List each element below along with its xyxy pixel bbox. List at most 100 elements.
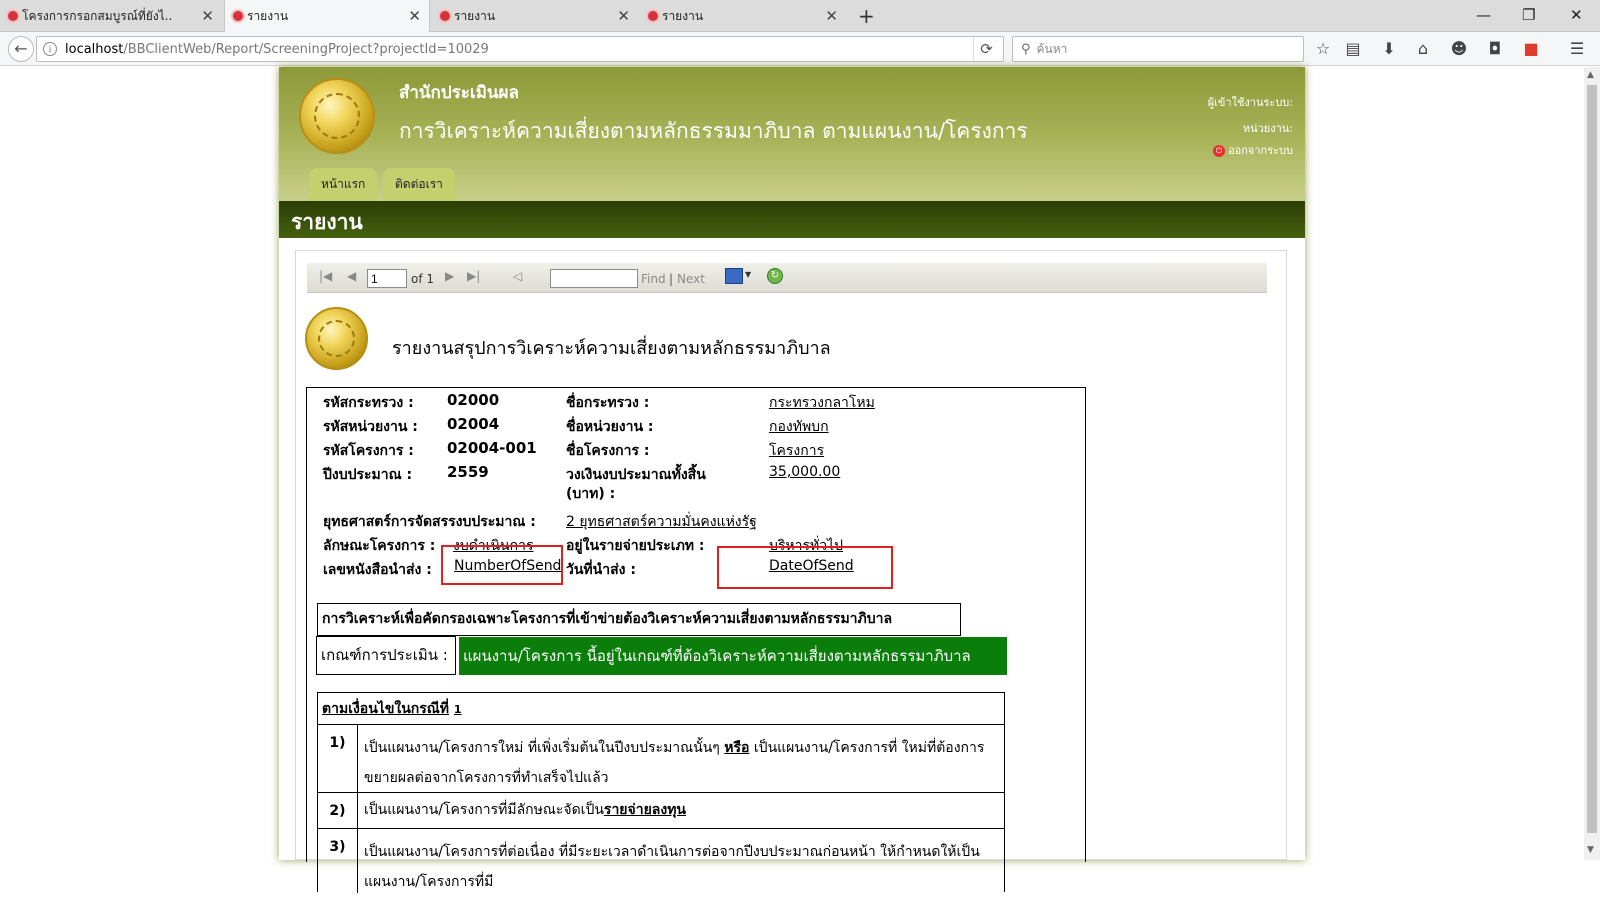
doc-number-label: เลขหนังสือนำส่ง : xyxy=(323,562,432,578)
back-to-parent-icon[interactable]: ◁ xyxy=(513,269,522,283)
user-label: ผู้เข้าใช้งานระบบ: xyxy=(1207,96,1293,109)
unit-name-label: ชื่อหน่วยงาน : xyxy=(566,419,654,435)
tab-label: รายงาน xyxy=(247,8,289,23)
conditions-header: ตามเงื่อนไขในกรณีที่ 1 xyxy=(318,693,1004,725)
export-save-icon[interactable] xyxy=(725,268,743,284)
pocket-icon[interactable]: ◘ xyxy=(1484,38,1506,60)
close-tab-icon[interactable]: ✕ xyxy=(201,7,214,25)
bookmark-star-icon[interactable]: ☆ xyxy=(1312,38,1334,60)
menu-home[interactable]: หน้าแรก xyxy=(309,168,378,201)
condition-num: 3) xyxy=(318,829,358,893)
restore-icon[interactable]: ❐ xyxy=(1522,6,1535,24)
prev-page-icon[interactable]: ◀ xyxy=(347,269,356,283)
close-tab-icon[interactable]: ✕ xyxy=(617,7,630,25)
condition-row: 1) เป็นแผนงาน/โครงการใหม่ ที่เพิ่งเริ่มต… xyxy=(318,725,1004,793)
strategy-value: 2 ยุทธศาสตร์ความมั่นคงแห่งรัฐ xyxy=(566,514,757,530)
condition-number: 1 xyxy=(453,703,462,716)
fiscal-year: 2559 xyxy=(447,463,489,481)
unit-name: กองทัพบก xyxy=(769,419,829,435)
condition-row: 2) เป็นแผนงาน/โครงการที่มีลักษณะจัดเป็นร… xyxy=(318,793,1004,829)
menu-icon[interactable]: ☰ xyxy=(1566,38,1588,60)
favicon-icon xyxy=(6,9,20,23)
tab-bar: โครงการกรอกสมบูรณ์ที่ยังไ... ✕ รายงาน ✕ … xyxy=(0,0,1600,32)
next-page-icon[interactable]: ▶ xyxy=(445,269,454,283)
unit-code-label: รหัสหน่วยงาน : xyxy=(323,419,418,435)
favicon-icon xyxy=(438,9,452,23)
browser-tab-2[interactable]: รายงาน ✕ xyxy=(224,0,430,32)
report-viewer: |◀ ◀ of 1 ▶ ▶| ◁ Find | Next ▼ ↻ รายงานส… xyxy=(295,250,1287,893)
page-scrollbar[interactable]: ▲ ▼ xyxy=(1584,67,1600,860)
info-icon[interactable]: i xyxy=(43,42,57,56)
url-path: /BBClientWeb/Report/ScreeningProject?pro… xyxy=(123,41,489,57)
report-emblem-logo xyxy=(305,307,368,370)
menu-contact[interactable]: ติดต่อเรา xyxy=(383,168,455,201)
find-separator: | xyxy=(669,272,674,286)
logout-label: ออกจากระบบ xyxy=(1228,144,1293,157)
tab-label: รายงาน xyxy=(662,8,704,23)
close-tab-icon[interactable]: ✕ xyxy=(408,7,421,25)
emblem-logo xyxy=(299,78,375,154)
page-count: of 1 xyxy=(411,272,435,286)
refresh-icon[interactable]: ↻ xyxy=(767,268,783,284)
browser-tab-4[interactable]: รายงาน ✕ xyxy=(640,0,846,32)
report-title: รายงานสรุปการวิเคราะห์ความเสี่ยงตามหลักธ… xyxy=(392,338,831,359)
reading-list-icon[interactable]: ▤ xyxy=(1342,38,1364,60)
tab-label: รายงาน xyxy=(454,8,496,23)
browser-tab-1[interactable]: โครงการกรอกสมบูรณ์ที่ยังไ... ✕ xyxy=(0,0,222,32)
ministry-code: 02000 xyxy=(447,391,500,409)
project-code-label: รหัสโครงการ : xyxy=(323,443,414,459)
project-name-label: ชื่อโครงการ : xyxy=(566,443,650,459)
scroll-up-icon[interactable]: ▲ xyxy=(1587,70,1594,80)
site-title: การวิเคราะห์ความเสี่ยงตามหลักธรรมมาภิบาล… xyxy=(399,119,1028,143)
find-link[interactable]: Find xyxy=(641,272,666,286)
extension-icon[interactable]: ■ xyxy=(1520,38,1542,60)
scrollbar-thumb[interactable] xyxy=(1587,85,1597,833)
report-toolbar: |◀ ◀ of 1 ▶ ▶| ◁ Find | Next ▼ ↻ xyxy=(307,263,1267,293)
org-name: สำนักประเมินผล xyxy=(399,83,519,103)
download-icon[interactable]: ⬇ xyxy=(1378,38,1400,60)
address-bar[interactable]: i localhost/BBClientWeb/Report/Screening… xyxy=(36,36,1004,62)
close-tab-icon[interactable]: ✕ xyxy=(825,7,838,25)
chat-icon[interactable]: ☻ xyxy=(1448,38,1470,60)
highlight-box-send-date xyxy=(717,546,893,589)
ministry-name: กระทรวงกลาโหม xyxy=(769,395,875,411)
back-arrow-icon[interactable]: ← xyxy=(8,36,34,62)
expense-category-label: อยู่ในรายจ่ายประเภท : xyxy=(566,538,705,554)
search-icon: ⚲ xyxy=(1021,41,1031,57)
home-icon[interactable]: ⌂ xyxy=(1412,38,1434,60)
page-number-input[interactable] xyxy=(367,269,407,288)
unit-label: หน่วยงาน: xyxy=(1242,122,1293,135)
logout-link[interactable]: ⏻ ออกจากระบบ xyxy=(1213,141,1293,159)
browser-tab-3[interactable]: รายงาน ✕ xyxy=(432,0,638,32)
condition-text: เป็นแผนงาน/โครงการใหม่ ที่เพิ่งเริ่มต้นใ… xyxy=(364,740,985,786)
new-tab-icon[interactable]: + xyxy=(858,4,875,28)
condition-prefix: ตามเงื่อนไขในกรณีที่ xyxy=(322,701,450,717)
favicon-icon xyxy=(231,9,245,23)
power-icon: ⏻ xyxy=(1213,145,1226,157)
first-page-icon[interactable]: |◀ xyxy=(319,269,332,283)
export-dropdown-icon[interactable]: ▼ xyxy=(745,270,751,279)
site-header: สำนักประเมินผล การวิเคราะห์ความเสี่ยงตาม… xyxy=(279,67,1305,201)
favicon-icon xyxy=(646,9,660,23)
reload-icon[interactable]: ⟳ xyxy=(973,37,999,61)
scroll-down-icon[interactable]: ▼ xyxy=(1587,845,1594,855)
page-title-bar: รายงาน xyxy=(279,201,1305,238)
condition-num: 1) xyxy=(318,725,358,792)
budget-label-unit: (บาท) : xyxy=(566,486,616,502)
next-link[interactable]: Next xyxy=(677,272,705,286)
strategy-label: ยุทธศาสตร์การจัดสรรงบประมาณ : xyxy=(323,514,536,530)
project-code: 02004-001 xyxy=(447,439,537,457)
window-close-icon[interactable]: ✕ xyxy=(1570,6,1583,24)
criteria-result: แผนงาน/โครงการ นี้อยู่ในเกณฑ์ที่ต้องวิเค… xyxy=(459,637,1007,675)
ministry-code-label: รหัสกระทรวง : xyxy=(323,395,414,411)
condition-num: 2) xyxy=(318,793,358,828)
fiscal-year-label: ปีงบประมาณ : xyxy=(323,467,413,483)
unit-code: 02004 xyxy=(447,415,500,433)
condition-text: เป็นแผนงาน/โครงการที่มีลักษณะจัดเป็นรายจ… xyxy=(364,802,686,818)
send-date-label: วันที่นำส่ง : xyxy=(566,562,636,578)
condition-text: เป็นแผนงาน/โครงการที่ต่อเนื่อง ที่มีระยะ… xyxy=(364,844,980,890)
last-page-icon[interactable]: ▶| xyxy=(467,269,480,283)
minimize-icon[interactable]: — xyxy=(1476,6,1491,24)
find-input[interactable] xyxy=(550,269,638,288)
search-input[interactable]: ⚲ ค้นหา xyxy=(1012,36,1304,62)
